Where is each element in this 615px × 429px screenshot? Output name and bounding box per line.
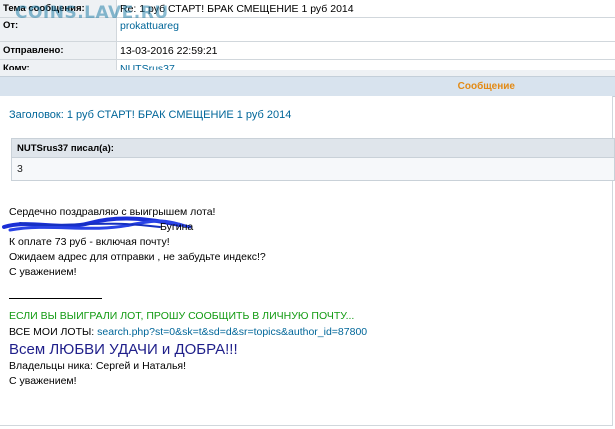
message-section-header: Сообщение [0,76,615,97]
body-line-address: Ожидаем адрес для отправки , не забудьте… [9,251,266,263]
sent-value: 13-03-2016 22:59:21 [116,41,615,60]
body-line-name-tail: Бугина [160,221,194,233]
signature-all-lots-link[interactable]: search.php?st=0&sk=t&sd=d&sr=topics&auth… [97,326,367,338]
subject-value: Re: 1 руб СТАРТ! БРАК СМЕЩЕНИЕ 1 руб 201… [116,0,615,18]
from-label: От: [0,17,117,42]
signature-all-lots: ВСЕ МОИ ЛОТЫ: search.php?st=0&sk=t&sd=d&… [9,326,367,338]
subject-label: Тема сообщения: [0,0,117,18]
quote-author: NUTSrus37 писал(а): [11,138,615,158]
message-header-table: Тема сообщения: Re: 1 руб СТАРТ! БРАК СМ… [0,0,615,78]
signature-owners: Владельцы ника: Сергей и Наталья! [9,360,187,372]
body-line-payment: К оплате 73 руб - включая почту! [9,236,170,248]
quote-text: 3 [11,158,615,181]
signature-love: Всем ЛЮБВИ УДАЧИ и ДОБРА!!! [9,341,238,358]
signature-divider [9,298,102,299]
body-line-regards: С уважением! [9,266,77,278]
message-section-title: Сообщение [457,81,515,92]
message-subject: Заголовок: 1 руб СТАРТ! БРАК СМЕЩЕНИЕ 1 … [9,109,292,121]
sent-label: Отправлено: [0,41,117,60]
signature-regards: С уважением! [9,375,77,387]
from-user-link[interactable]: prokattuareg [120,20,179,32]
signature-all-lots-label: ВСЕ МОИ ЛОТЫ: [9,326,95,338]
signature-won-lot: ЕСЛИ ВЫ ВЫИГРАЛИ ЛОТ, ПРОШУ СООБЩИТЬ В Л… [9,310,355,322]
quote-block: NUTSrus37 писал(а): 3 [11,138,615,182]
